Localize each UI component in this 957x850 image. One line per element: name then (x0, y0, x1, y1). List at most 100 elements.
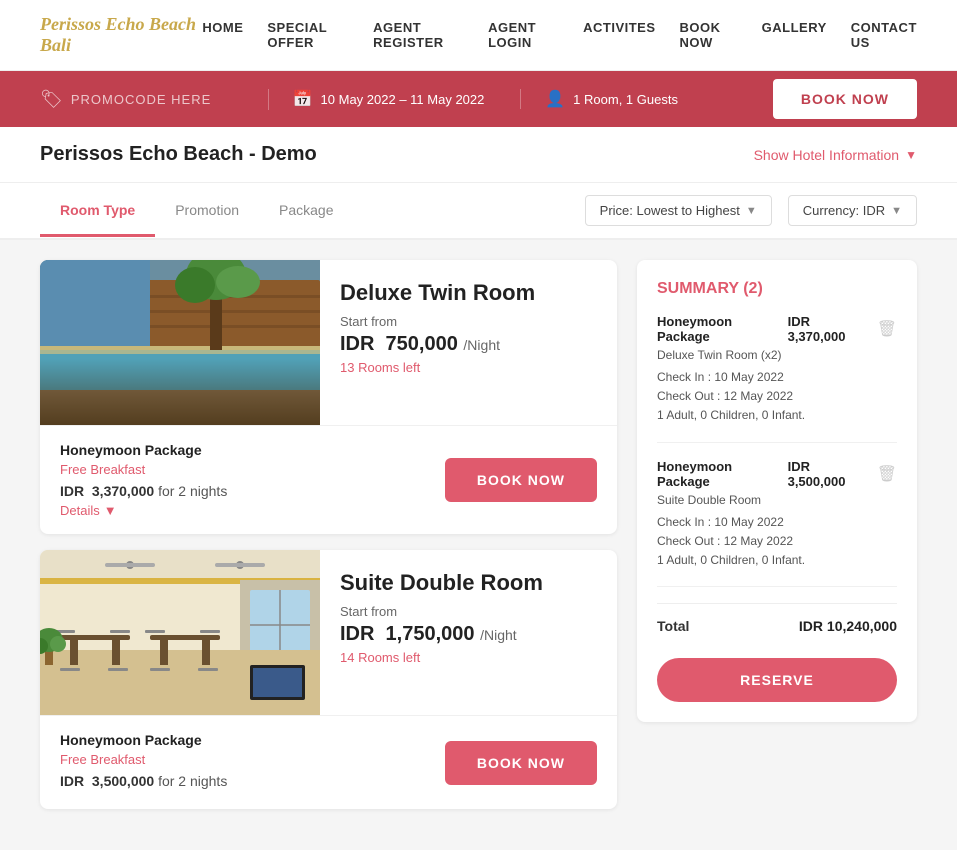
date-range[interactable]: 10 May 2022 – 11 May 2022 (321, 92, 485, 107)
hotel-name: Perissos Echo Beach - Demo (40, 143, 317, 166)
room-card-bottom: Honeymoon Package Free Breakfast IDR 3,5… (40, 715, 617, 809)
summary-package-name: Honeymoon Package (657, 459, 788, 489)
package-section: Honeymoon Package Free Breakfast IDR 3,5… (60, 732, 445, 793)
package-price: IDR 3,500,000 for 2 nights (60, 773, 445, 789)
nav-home[interactable]: HOME (202, 20, 243, 50)
chevron-down-icon: ▼ (104, 503, 117, 518)
nav-agent-login[interactable]: AGENT LOGIN (488, 20, 559, 50)
nav-activites[interactable]: ACTIVITES (583, 20, 655, 50)
rooms-left[interactable]: 13 Rooms left (340, 360, 597, 375)
promo-input[interactable]: PROMOCODE HERE (71, 92, 211, 107)
hotel-header: Perissos Echo Beach - Demo Show Hotel In… (0, 127, 957, 183)
show-hotel-info[interactable]: Show Hotel Information ▼ (754, 147, 917, 163)
room-price: IDR 750,000 /Night (340, 333, 597, 356)
chevron-down-icon: ▼ (746, 205, 757, 217)
nav-book-now[interactable]: BOOK NOW (680, 20, 738, 50)
tab-room-type[interactable]: Room Type (40, 186, 155, 237)
package-name: Honeymoon Package (60, 442, 445, 458)
reserve-button[interactable]: RESERVE (657, 658, 897, 702)
room-card: Suite Double Room Start from IDR 1,750,0… (40, 550, 617, 809)
summary-item-header: Honeymoon Package IDR 3,370,000 🗑 (657, 314, 897, 344)
room-card-bottom: Honeymoon Package Free Breakfast IDR 3,3… (40, 425, 617, 534)
summary-package-name: Honeymoon Package (657, 314, 788, 344)
calendar-icon: 📅 (293, 89, 313, 109)
room-details: Suite Double Room Start from IDR 1,750,0… (320, 550, 617, 715)
summary-item: Honeymoon Package IDR 3,370,000 🗑 Deluxe… (657, 314, 897, 443)
room-photo-svg (40, 550, 320, 715)
currency-filter-label: Currency: IDR (803, 203, 885, 218)
summary-check-out: Check Out : 12 May 2022 (657, 532, 897, 551)
room-price: IDR 1,750,000 /Night (340, 623, 597, 646)
price-filter[interactable]: Price: Lowest to Highest ▼ (585, 195, 772, 226)
promo-section[interactable]: 🏷 PROMOCODE HERE (40, 89, 269, 110)
tab-promotion[interactable]: Promotion (155, 186, 259, 237)
filter-controls: Price: Lowest to Highest ▼ Currency: IDR… (585, 183, 917, 238)
room-name: Deluxe Twin Room (340, 280, 597, 306)
book-now-button[interactable]: BOOK NOW (773, 79, 917, 119)
tag-icon: 🏷 (40, 89, 63, 110)
price-filter-label: Price: Lowest to Highest (600, 203, 740, 218)
summary-room-name: Suite Double Room (657, 493, 897, 507)
start-from-label: Start from (340, 314, 597, 329)
delete-item-button[interactable]: 🗑 (877, 464, 897, 484)
room-details: Deluxe Twin Room Start from IDR 750,000 … (320, 260, 617, 425)
chevron-down-icon: ▼ (905, 148, 917, 162)
chevron-down-icon: ▼ (891, 205, 902, 217)
navigation: Perissos Echo Beach Bali HOME SPECIAL OF… (0, 0, 957, 71)
package-section: Honeymoon Package Free Breakfast IDR 3,3… (60, 442, 445, 518)
summary-title: SUMMARY (2) (657, 280, 897, 298)
person-icon: 👤 (545, 89, 565, 109)
currency-filter[interactable]: Currency: IDR ▼ (788, 195, 917, 226)
summary-item-header: Honeymoon Package IDR 3,500,000 🗑 (657, 459, 897, 489)
tab-package[interactable]: Package (259, 186, 353, 237)
summary-price: IDR 3,370,000 (788, 314, 871, 344)
guests-section[interactable]: 👤 1 Room, 1 Guests (521, 89, 773, 109)
package-name: Honeymoon Package (60, 732, 445, 748)
nav-agent-register[interactable]: AGENT REGISTER (373, 20, 464, 50)
start-from-label: Start from (340, 604, 597, 619)
summary-check-in: Check In : 10 May 2022 (657, 513, 897, 532)
summary-card: SUMMARY (2) Honeymoon Package IDR 3,370,… (637, 260, 917, 722)
date-section[interactable]: 📅 10 May 2022 – 11 May 2022 (269, 89, 522, 109)
tabs-bar: Room Type Promotion Package Price: Lowes… (0, 183, 957, 240)
per-night-label: /Night (463, 337, 500, 353)
rooms-list: Deluxe Twin Room Start from IDR 750,000 … (40, 260, 617, 809)
package-feature: Free Breakfast (60, 752, 445, 767)
room-card-top: Suite Double Room Start from IDR 1,750,0… (40, 550, 617, 715)
summary-check-in: Check In : 10 May 2022 (657, 368, 897, 387)
per-night-label: /Night (480, 627, 517, 643)
nav-gallery[interactable]: GALLERY (762, 20, 827, 50)
show-hotel-info-label: Show Hotel Information (754, 147, 900, 163)
summary-item: Honeymoon Package IDR 3,500,000 🗑 Suite … (657, 459, 897, 588)
delete-item-button[interactable]: 🗑 (877, 319, 897, 339)
summary-room-name: Deluxe Twin Room (x2) (657, 348, 897, 362)
summary-guests: 1 Adult, 0 Children, 0 Infant. (657, 406, 897, 425)
package-details[interactable]: Details ▼ (60, 503, 445, 518)
rooms-left[interactable]: 14 Rooms left (340, 650, 597, 665)
guests-info[interactable]: 1 Room, 1 Guests (573, 92, 678, 107)
book-room-button[interactable]: BOOK NOW (445, 458, 597, 502)
total-amount: IDR 10,240,000 (799, 618, 897, 634)
total-label: Total (657, 618, 689, 634)
room-image (40, 550, 320, 715)
room-card: Deluxe Twin Room Start from IDR 750,000 … (40, 260, 617, 534)
summary-price-delete: IDR 3,370,000 🗑 (788, 314, 897, 344)
brand-logo: Perissos Echo Beach Bali (40, 14, 202, 56)
summary-panel: SUMMARY (2) Honeymoon Package IDR 3,370,… (637, 260, 917, 809)
summary-price-delete: IDR 3,500,000 🗑 (788, 459, 897, 489)
book-room-button[interactable]: BOOK NOW (445, 741, 597, 785)
room-image (40, 260, 320, 425)
room-photo-svg (40, 260, 320, 425)
booking-bar: 🏷 PROMOCODE HERE 📅 10 May 2022 – 11 May … (0, 71, 957, 127)
main-content: Deluxe Twin Room Start from IDR 750,000 … (0, 240, 957, 829)
package-feature: Free Breakfast (60, 462, 445, 477)
summary-check-out: Check Out : 12 May 2022 (657, 387, 897, 406)
nav-special-offer[interactable]: SPECIAL OFFER (267, 20, 349, 50)
summary-total: Total IDR 10,240,000 (657, 603, 897, 648)
room-card-top: Deluxe Twin Room Start from IDR 750,000 … (40, 260, 617, 425)
summary-price: IDR 3,500,000 (788, 459, 871, 489)
nav-contact-us[interactable]: CONTACT US (851, 20, 917, 50)
room-tabs: Room Type Promotion Package (40, 186, 354, 235)
room-name: Suite Double Room (340, 570, 597, 596)
package-price: IDR 3,370,000 for 2 nights (60, 483, 445, 499)
